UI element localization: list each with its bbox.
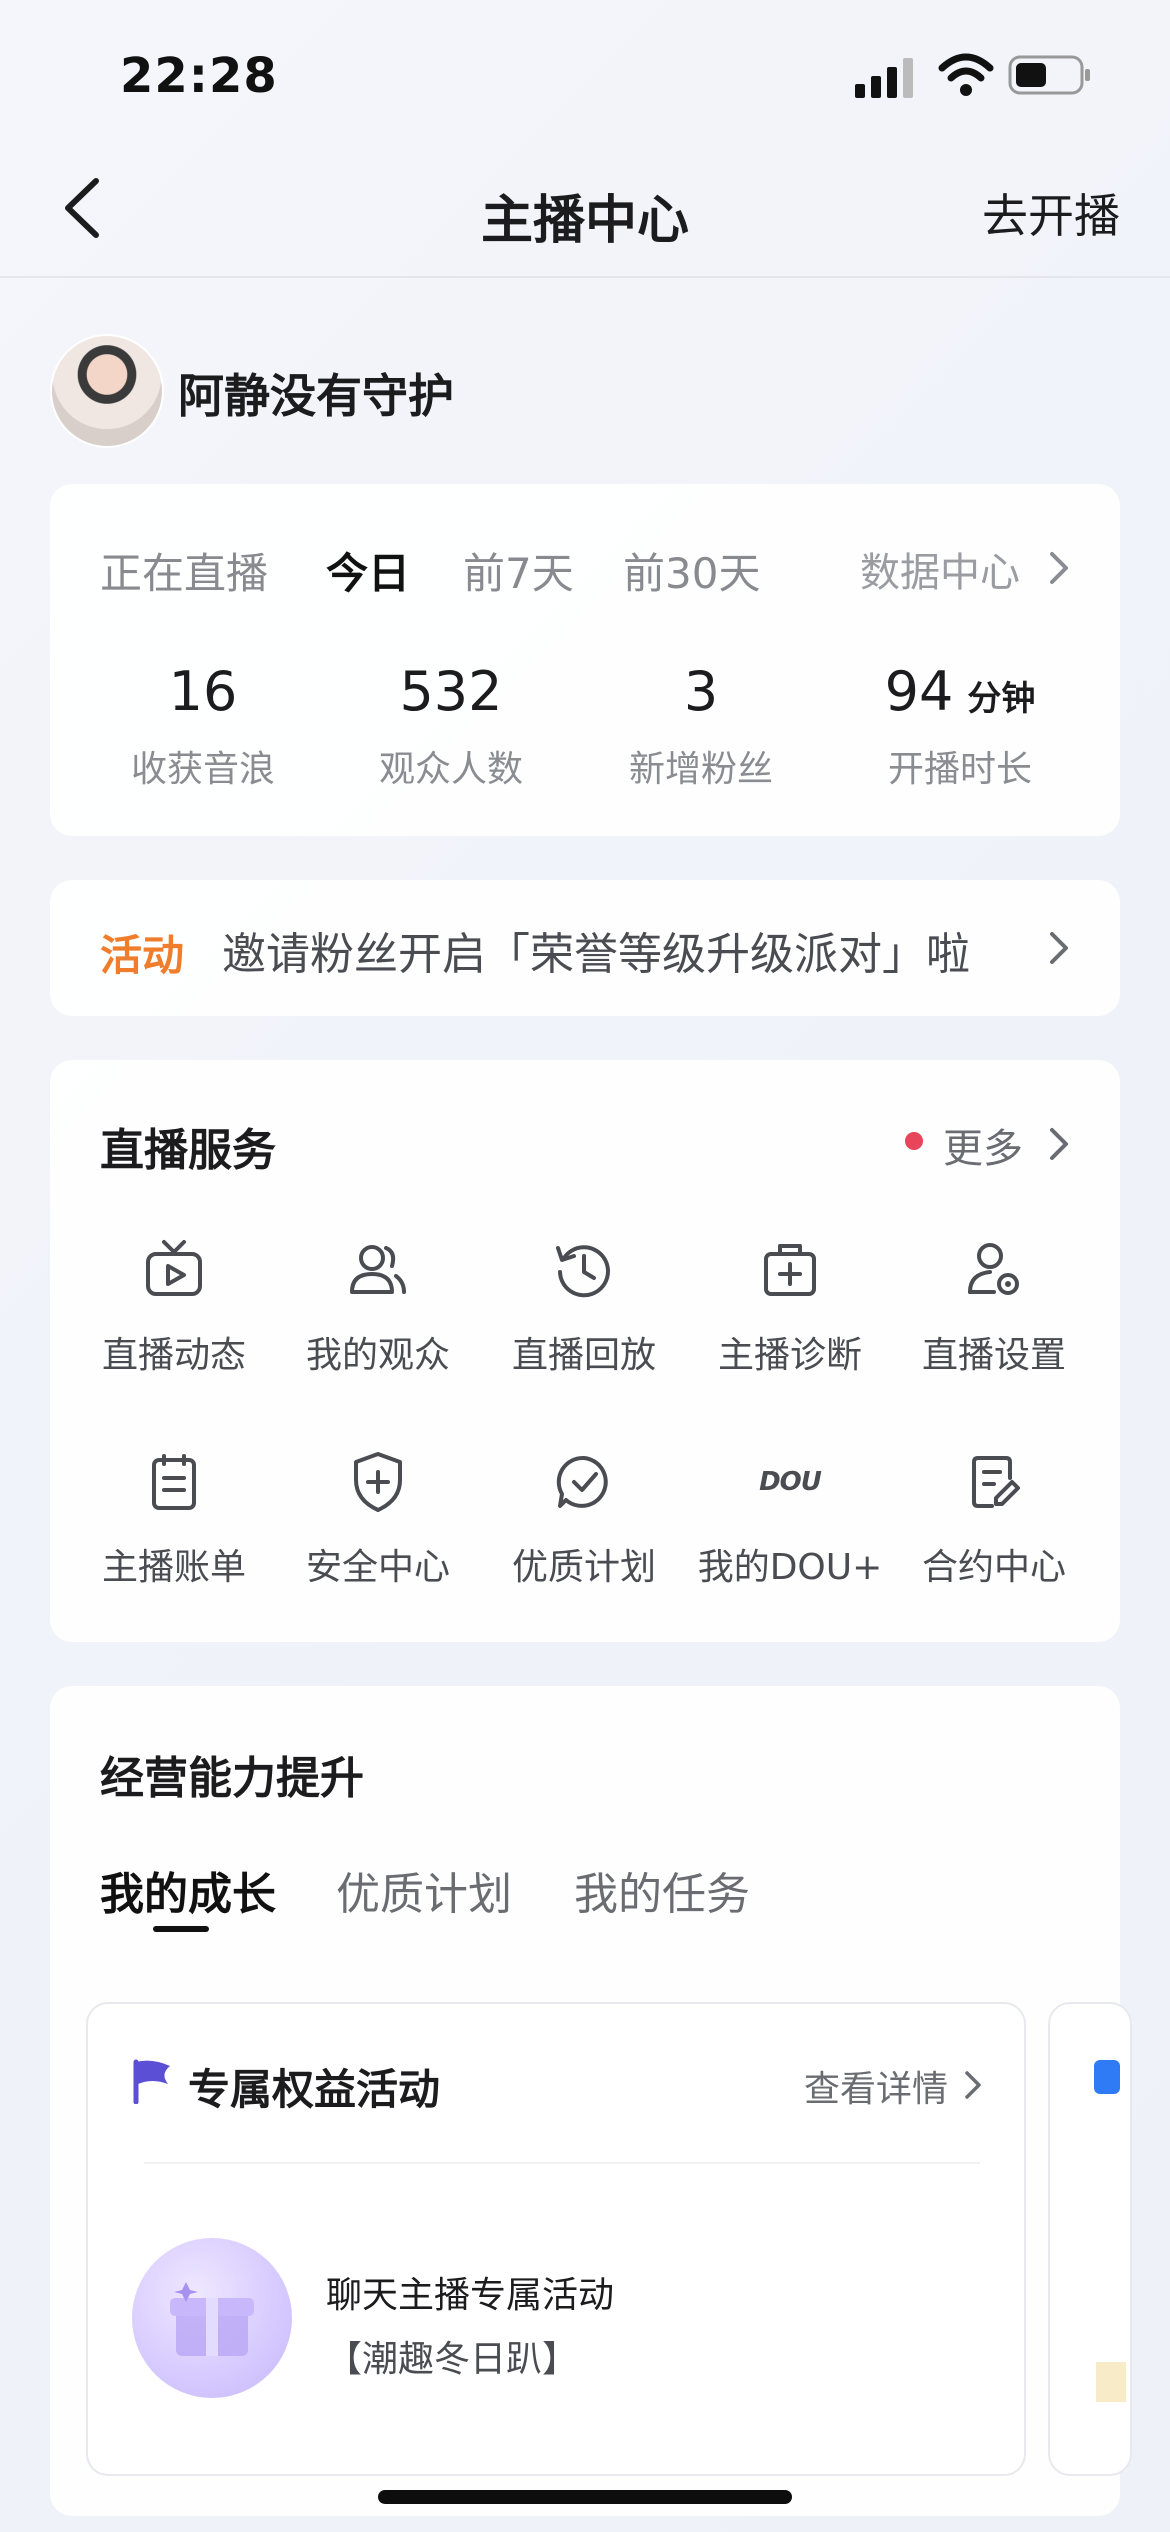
stat-label: 新增粉丝 [628,749,773,790]
play-badge-icon [1094,2060,1120,2094]
service-bill[interactable]: 主播账单 [72,1450,276,1590]
stat-unit: 分钟 [967,679,1036,719]
service-my-audience[interactable]: 我的观众 [276,1238,480,1378]
tab-30-days[interactable]: 前30天 [623,540,760,601]
decoration [1096,2362,1126,2402]
tab-quality-plan[interactable]: 优质计划 [336,1858,512,1922]
shield-plus-icon [354,1452,402,1512]
activity-name: 聊天主播专属活动 [326,2275,615,2316]
stat-label: 观众人数 [378,749,523,790]
stat-label: 开播时长 [887,749,1032,790]
service-live-settings[interactable]: 直播设置 [892,1238,1096,1378]
service-label: 主播账单 [101,1547,246,1588]
flag-icon [133,2059,170,2104]
service-live-feed[interactable]: 直播动态 [72,1238,276,1378]
nav-divider [0,276,1170,278]
contract-edit-icon [972,1456,1020,1508]
service-label: 优质计划 [511,1547,656,1588]
stat-value: 94 分钟 [884,660,1036,723]
chevron-right-icon[interactable] [1048,1126,1070,1162]
service-live-replay[interactable]: 直播回放 [482,1238,686,1378]
service-contract[interactable]: 合约中心 [892,1450,1096,1590]
dou-logo-icon: DOU [759,1467,822,1497]
stat-value: 16 [168,660,238,723]
service-label: 安全中心 [305,1547,450,1588]
benefit-card-next[interactable] [1048,2002,1132,2476]
battery-icon [1008,55,1090,95]
service-label: 直播回放 [511,1335,656,1376]
section-title: 经营能力提升 [100,1753,364,1804]
cellular-signal-icon [855,58,913,98]
users-icon [350,1245,406,1294]
tab-my-tasks[interactable]: 我的任务 [574,1858,750,1922]
service-label: 合约中心 [921,1547,1066,1588]
status-time: 22:28 [120,48,278,104]
check-circle-icon [556,1455,608,1508]
service-diagnosis[interactable]: 主播诊断 [688,1238,892,1378]
wifi-icon [938,53,994,96]
username[interactable]: 阿静没有守护 [178,360,454,426]
more-link[interactable]: 更多 [943,1116,1023,1174]
tab-today[interactable]: 今日 [326,540,410,601]
tab-live-now[interactable]: 正在直播 [100,540,268,601]
service-label: 我的观众 [305,1335,450,1376]
card-divider [144,2162,980,2164]
benefit-title: 专属权益活动 [188,2065,441,2114]
service-security[interactable]: 安全中心 [276,1450,480,1590]
service-label: 直播动态 [101,1335,246,1376]
activity-tag: 活动 [100,931,185,980]
go-live-button[interactable]: 去开播 [982,180,1120,246]
service-label: 主播诊断 [717,1335,862,1376]
section-title: 直播服务 [100,1125,276,1176]
view-details-link[interactable]: 查看详情 [804,2060,948,2112]
active-tab-indicator [153,1926,209,1932]
chevron-right-icon [1050,552,1068,584]
clipboard-icon [152,1454,196,1510]
service-quality-plan[interactable]: 优质计划 [482,1450,686,1590]
tab-7-days[interactable]: 前7天 [463,540,574,601]
stat-value: 532 [399,660,503,723]
service-label: 直播设置 [921,1335,1066,1376]
activity-text[interactable]: 邀请粉丝开启「荣誉等级升级派对」啦 [222,918,970,982]
tv-play-icon [146,1240,202,1296]
notification-dot [905,1132,923,1150]
chevron-right-icon[interactable] [1048,930,1070,966]
tab-my-growth[interactable]: 我的成长 [100,1858,276,1922]
service-my-dou[interactable]: DOU 我的DOU+ [688,1450,892,1590]
chevron-right-icon[interactable] [964,2070,982,2100]
stat-label: 收获音浪 [130,749,275,790]
history-icon [556,1245,610,1298]
user-settings-icon [968,1243,1019,1295]
medical-kit-icon [764,1244,816,1296]
data-center-link[interactable]: 数据中心 [860,540,1020,598]
gift-icon [132,2238,292,2398]
avatar[interactable] [50,334,164,448]
service-label: 我的DOU+ [697,1547,883,1588]
stat-value: 3 [683,660,719,723]
activity-subtitle: 【潮趣冬日趴】 [326,2339,579,2380]
home-indicator[interactable] [378,2490,792,2504]
